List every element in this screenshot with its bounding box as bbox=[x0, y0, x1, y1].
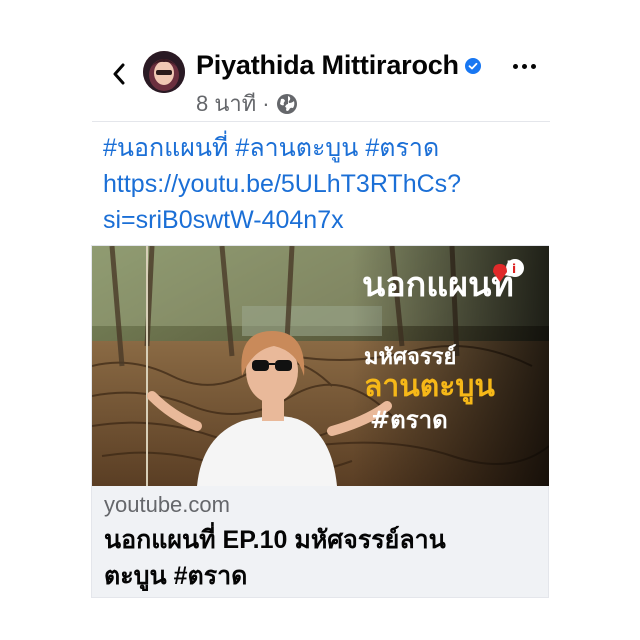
author-name[interactable]: Piyathida Mittiraroch bbox=[196, 50, 459, 81]
more-horizontal-icon-dot bbox=[513, 64, 518, 69]
hashtags[interactable]: #นอกแผนที่ #ลานตะบูน #ตราด bbox=[103, 130, 543, 166]
more-options-button[interactable] bbox=[513, 64, 536, 69]
avatar[interactable] bbox=[143, 51, 185, 93]
video-thumbnail[interactable]: นอกแผนที่ i มหัศจรรย์ ลานตะบูน #ตราด bbox=[92, 246, 549, 486]
link-preview-info: youtube.com นอกแผนที่ EP.10 มหัศจรรย์ลาน… bbox=[92, 486, 549, 599]
back-button[interactable] bbox=[108, 60, 130, 88]
post-header: Piyathida Mittiraroch 8 นาที · bbox=[0, 40, 640, 120]
thumbnail-logo: นอกแผนที่ bbox=[362, 260, 514, 305]
link-domain: youtube.com bbox=[104, 492, 230, 517]
post-text: #นอกแผนที่ #ลานตะบูน #ตราด https://youtu… bbox=[103, 130, 543, 238]
link-title-line-2: ตะบูน #ตราด bbox=[104, 562, 248, 590]
svg-text:i: i bbox=[512, 262, 516, 276]
post-time[interactable]: 8 นาที bbox=[196, 86, 256, 121]
verified-badge-icon bbox=[464, 57, 481, 74]
link-title-line-1: นอกแผนที่ EP.10 มหัศจรรย์ลาน bbox=[104, 526, 446, 554]
link-preview-card[interactable]: นอกแผนที่ i มหัศจรรย์ ลานตะบูน #ตราด you… bbox=[91, 245, 549, 598]
more-horizontal-icon-dot bbox=[531, 64, 536, 69]
post-meta: 8 นาที · bbox=[196, 86, 298, 121]
chevron-left-icon bbox=[113, 63, 125, 85]
globe-icon bbox=[276, 93, 297, 114]
post-link-line-1[interactable]: https://youtu.be/5ULhT3RThCs? bbox=[103, 166, 543, 202]
post-link-line-2[interactable]: si=sriB0swtW-404n7x bbox=[103, 202, 543, 238]
more-horizontal-icon-dot bbox=[522, 64, 527, 69]
link-title[interactable]: นอกแผนที่ EP.10 มหัศจรรย์ลาน ตะบูน #ตราด bbox=[104, 522, 524, 594]
header-divider bbox=[92, 121, 550, 122]
meta-separator: · bbox=[262, 90, 270, 116]
thumbnail-overlay-line-1: มหัศจรรย์ bbox=[364, 344, 456, 370]
author-row: Piyathida Mittiraroch bbox=[196, 50, 481, 81]
thumbnail-overlay-line-2: ลานตะบูน bbox=[364, 369, 495, 405]
avatar-image bbox=[143, 51, 185, 93]
thumbnail-overlay-line-3: #ตราด bbox=[370, 406, 448, 434]
